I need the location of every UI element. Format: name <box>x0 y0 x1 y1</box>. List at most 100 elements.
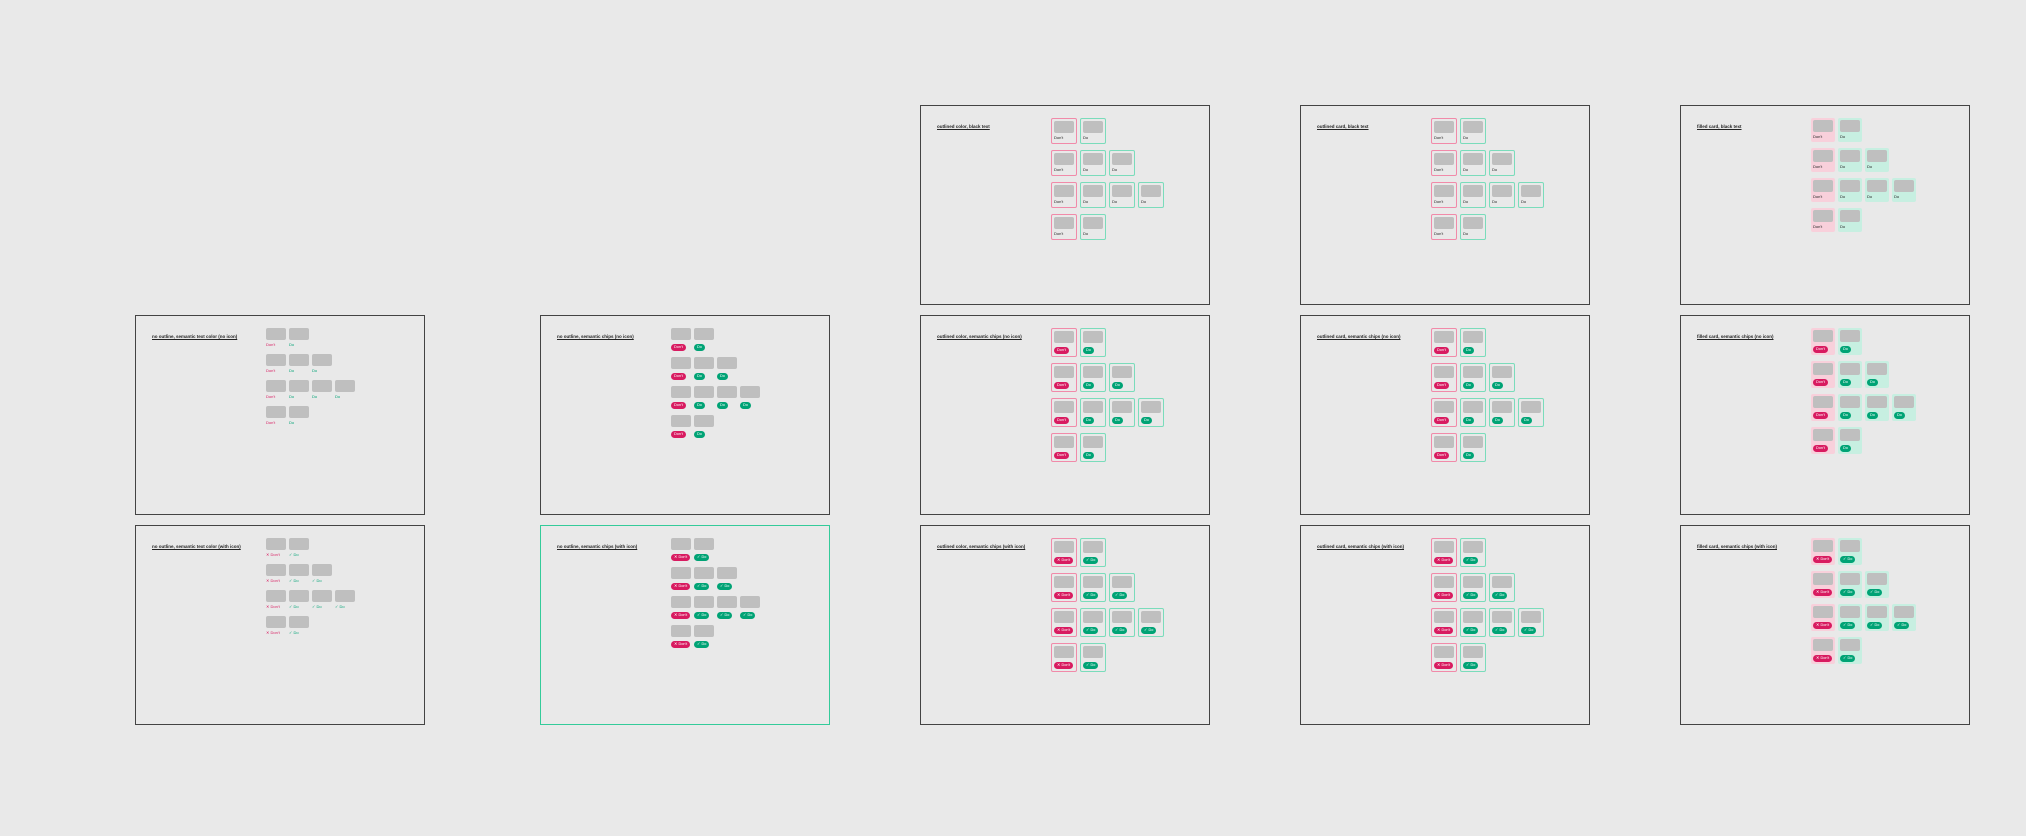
dont-card: Don't <box>1431 214 1457 240</box>
do-card: Do <box>1489 573 1515 602</box>
frame-body: Don'tDoDon'tDoDoDon'tDoDoDoDon'tDo <box>1051 538 1167 678</box>
thumbnail <box>1083 436 1103 448</box>
row: Don'tDoDoDo <box>1431 182 1547 208</box>
dont-card: Don't <box>1811 118 1835 142</box>
row: Don'tDo <box>1811 538 1919 565</box>
do-label: Do <box>1083 347 1094 354</box>
frame-c4r2[interactable]: outlined card, semantic chips (no icon)D… <box>1300 315 1590 515</box>
thumbnail <box>1434 436 1454 448</box>
dont-card: Don't <box>266 406 286 426</box>
do-label: Do <box>1083 167 1103 173</box>
dont-label: Don't <box>671 431 686 438</box>
frame-c4r1[interactable]: outlined card, black textDon'tDoDon'tDoD… <box>1300 105 1590 305</box>
dont-label: Don't <box>1813 655 1832 662</box>
do-label: Do <box>1083 135 1103 141</box>
do-label: Do <box>1083 627 1098 634</box>
thumbnail <box>1083 217 1103 229</box>
do-card: Do <box>1838 208 1862 232</box>
do-label: Do <box>1492 199 1512 205</box>
thumbnail <box>1813 540 1833 552</box>
dont-card: Don't <box>671 415 691 438</box>
thumbnail <box>1434 401 1454 413</box>
thumbnail <box>694 328 714 340</box>
row: Don'tDo <box>266 406 358 426</box>
dont-label: Don't <box>1434 382 1449 389</box>
thumbnail <box>671 538 691 550</box>
frame-c5r3[interactable]: filled card, semantic chips (with icon)D… <box>1680 525 1970 725</box>
do-card: Do <box>1838 538 1862 565</box>
dont-label: Don't <box>671 612 690 619</box>
do-card: Do <box>1489 182 1515 208</box>
thumbnail <box>1521 401 1541 413</box>
thumbnail <box>671 357 691 369</box>
dont-card: Don't <box>266 538 286 558</box>
do-label: Do <box>1840 445 1851 452</box>
do-card: Do <box>289 354 309 374</box>
thumbnail <box>1867 180 1887 192</box>
do-label: Do <box>1083 231 1103 237</box>
frame-c4r3[interactable]: outlined card, semantic chips (with icon… <box>1300 525 1590 725</box>
dont-label: Don't <box>1813 412 1828 419</box>
do-card: Do <box>1892 178 1916 202</box>
thumbnail <box>266 328 286 340</box>
thumbnail <box>1463 401 1483 413</box>
thumbnail <box>1434 576 1454 588</box>
frame-c3r1[interactable]: outlined color, black textDon'tDoDon'tDo… <box>920 105 1210 305</box>
row: Don'tDoDo <box>671 357 763 380</box>
frame-c1r2[interactable]: no outline, semantic text color (no icon… <box>135 315 425 515</box>
do-card: Do <box>717 596 737 619</box>
do-label: Do <box>1894 194 1914 200</box>
dont-card: Don't <box>266 616 286 636</box>
thumbnail <box>1112 576 1132 588</box>
thumbnail <box>1492 401 1512 413</box>
frame-title: outlined color, semantic chips (no icon) <box>937 334 1027 339</box>
dont-card: Don't <box>671 567 691 590</box>
do-label: Do <box>312 394 332 400</box>
frame-c1r3[interactable]: no outline, semantic text color (with ic… <box>135 525 425 725</box>
do-label: Do <box>312 604 332 610</box>
do-card: Do <box>312 564 332 584</box>
thumbnail <box>1083 121 1103 133</box>
do-card: Do <box>1838 328 1862 355</box>
frame-c5r2[interactable]: filled card, semantic chips (no icon)Don… <box>1680 315 1970 515</box>
thumbnail <box>1813 180 1833 192</box>
row: Don'tDoDoDo <box>1431 608 1547 637</box>
thumbnail <box>671 625 691 637</box>
dont-label: Don't <box>1054 557 1073 564</box>
frame-c2r3[interactable]: no outline, semantic chips (with icon)Do… <box>540 525 830 725</box>
frame-body: Don'tDoDon'tDoDoDon'tDoDoDoDon'tDo <box>1811 328 1919 460</box>
thumbnail <box>671 567 691 579</box>
row: Don'tDoDo <box>1811 571 1919 598</box>
thumbnail <box>1054 121 1074 133</box>
do-label: Do <box>1463 135 1483 141</box>
frame-body: Don'tDoDon'tDoDoDon'tDoDoDoDon'tDo <box>1431 538 1547 678</box>
frame-c3r2[interactable]: outlined color, semantic chips (no icon)… <box>920 315 1210 515</box>
dont-card: Don't <box>671 386 691 409</box>
do-label: Do <box>717 612 732 619</box>
thumbnail <box>1463 153 1483 165</box>
frame-title: filled card, black text <box>1697 124 1787 129</box>
do-card: Do <box>717 386 737 409</box>
thumbnail <box>694 415 714 427</box>
frame-body: Don'tDoDon'tDoDoDon'tDoDoDoDon'tDo <box>1811 538 1919 670</box>
frame-c3r3[interactable]: outlined color, semantic chips (with ico… <box>920 525 1210 725</box>
do-card: Do <box>1080 150 1106 176</box>
do-label: Do <box>1083 199 1103 205</box>
frame-c2r2[interactable]: no outline, semantic chips (no icon)Don'… <box>540 315 830 515</box>
do-label: Do <box>1112 592 1127 599</box>
row: Don'tDoDo <box>1431 363 1547 392</box>
row: Don'tDo <box>1811 208 1919 232</box>
thumbnail <box>671 386 691 398</box>
do-label: Do <box>335 394 355 400</box>
do-label: Do <box>1141 199 1161 205</box>
do-card: Do <box>289 328 309 348</box>
do-label: Do <box>1894 622 1909 629</box>
row: Don'tDo <box>671 625 763 648</box>
thumbnail <box>1112 401 1132 413</box>
frame-body: Don'tDoDon'tDoDoDon'tDoDoDoDon'tDo <box>266 328 358 432</box>
do-label: Do <box>1867 379 1878 386</box>
dont-label: Don't <box>1054 199 1074 205</box>
frame-body: Don'tDoDon'tDoDoDon'tDoDoDoDon'tDo <box>266 538 358 642</box>
do-label: Do <box>312 368 332 374</box>
frame-c5r1[interactable]: filled card, black textDon'tDoDon'tDoDoD… <box>1680 105 1970 305</box>
